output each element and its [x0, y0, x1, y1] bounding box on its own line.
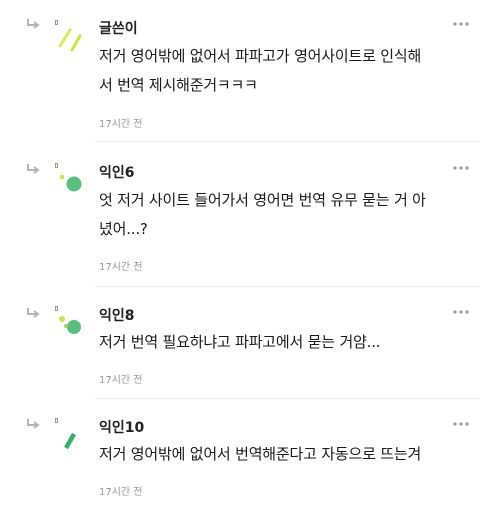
- more-options-icon[interactable]: [451, 419, 471, 429]
- dot-avatar-icon: [55, 163, 82, 192]
- stick-avatar-icon: [55, 418, 76, 450]
- comment-body: 엇 저거 사이트 들어가서 영어면 번역 유무 묻는 거 아 녔어...?: [99, 186, 469, 244]
- comment-body: 저거 번역 필요하냐고 파파고에서 묻는 거얌...: [99, 328, 469, 357]
- comment-body: 저거 영어밖에 없어서 번역해준다고 자동으로 뜨는겨: [99, 440, 469, 469]
- divider: [95, 286, 480, 287]
- dots-avatar-icon: [55, 306, 81, 334]
- comment-line: 저거 영어밖에 없어서 번역해준다고 자동으로 뜨는겨: [99, 445, 422, 463]
- more-options-icon[interactable]: [451, 307, 471, 317]
- reply-arrow-icon: [27, 419, 40, 429]
- comment-timestamp: 17시간 전: [99, 487, 143, 498]
- divider: [95, 141, 480, 142]
- comment-timestamp: 17시간 전: [99, 375, 143, 386]
- reply-arrow-icon: [27, 308, 40, 318]
- comment-line: 저거 영어밖에 없어서 파파고가 영어사이트로 인식해: [99, 47, 422, 65]
- comment-line: 엇 저거 사이트 들어가서 영어면 번역 유무 묻는 거 아: [99, 191, 426, 209]
- comment-author[interactable]: 글쓴이: [99, 18, 138, 38]
- comment-author[interactable]: 익인10: [99, 417, 144, 437]
- more-options-icon[interactable]: [451, 19, 471, 29]
- author-avatar-icon: [55, 20, 82, 52]
- divider: [95, 398, 480, 399]
- reply-arrow-icon: [27, 164, 40, 174]
- comment-timestamp: 17시간 전: [99, 262, 143, 273]
- comment-line: 녔어...?: [99, 220, 148, 238]
- comment-body: 저거 영어밖에 없어서 파파고가 영어사이트로 인식해 서 번역 제시해준거ㅋㅋ…: [99, 42, 469, 100]
- more-options-icon[interactable]: [451, 163, 471, 173]
- reply-arrow-icon: [27, 19, 40, 29]
- comment-timestamp: 17시간 전: [99, 119, 143, 130]
- comment-line: 저거 번역 필요하냐고 파파고에서 묻는 거얌...: [99, 333, 381, 351]
- comment-line: 서 번역 제시해준거ㅋㅋㅋ: [99, 76, 258, 94]
- comment-author[interactable]: 익인6: [99, 162, 135, 182]
- comment-author[interactable]: 익인8: [99, 305, 135, 325]
